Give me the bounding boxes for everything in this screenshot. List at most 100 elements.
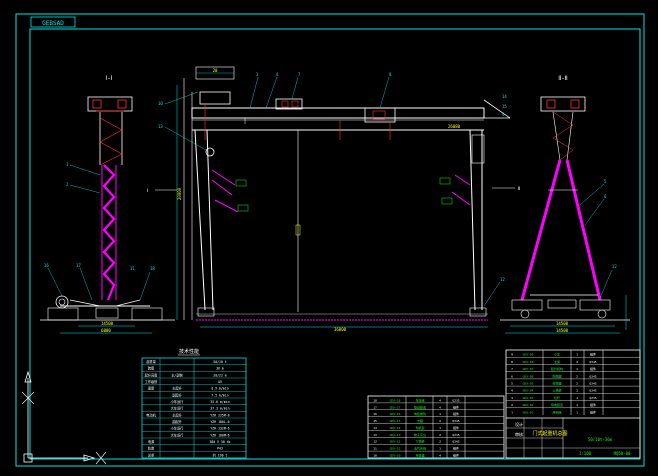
parts-cell: 组件 [590,402,596,407]
parts-cell: 夹轨器 [415,452,424,457]
parts-cell: 刚性腿 [552,373,561,378]
spec-row-label: 起升高度 [145,372,159,377]
dim-right-1: 14500 [556,321,569,326]
parts-cell: GDX-08 [523,360,534,364]
balloon-2: 2 [66,182,69,187]
spec-row-sub: 小车运行 [171,426,185,431]
parts-cell: 12 [373,440,377,444]
parts-cell: GDX-05 [523,382,534,386]
parts-cell: 1 [511,410,513,414]
inner-border [29,28,641,460]
spec-table: 技术性能 起重量 50/10 t 跨度 36 m 起升高度 主/副钩 20/22 m 工作级别… [141,348,247,459]
spec-row-value: 7.5 m/min [211,393,228,397]
spec-row-sub: 主/副钩 [171,372,182,377]
parts-cell: Q345 [589,389,596,393]
parts-cell: 1 [576,396,578,400]
parts-cell: 组件 [590,366,596,371]
parts-cell: 2 [439,419,441,423]
section-mark-right: Ⅱ [518,186,520,192]
title-block-scale: 1:100 [579,451,592,456]
balloon-5: 5 [604,179,607,184]
parts-cell: 16 [373,412,377,416]
parts-cell: 2 [576,374,578,378]
parts-cell: 13 [373,433,377,437]
parts-cell: 4 [439,398,441,402]
title-block-check: 审核 [515,431,523,437]
balloon-13: 13 [158,124,163,129]
title-block-model: 50/10t-36m [588,437,613,442]
dim-beam: 26080 [448,124,461,129]
parts-cell: 起升机构 [551,366,563,371]
parts-cell: 驱动装置 [414,404,426,409]
balloon-11: 11 [130,266,135,271]
parts-cell: 上横梁 [552,388,561,393]
dim-left-1: 14500 [101,321,114,326]
parts-cell: Q345 [452,440,459,444]
parts-cell: 6 [511,374,513,378]
balloon-7: 7 [298,72,301,77]
parts-cell: GDX-06 [523,374,534,378]
parts-cell: 1 [576,353,578,357]
parts-cell: 电缆卷筒 [414,411,426,416]
right-leg-a-left [520,159,562,301]
parts-cell: 2 [576,382,578,386]
parts-cell: 14 [373,426,377,430]
parts-cell: 挠性腿 [552,381,561,386]
parts-cell: GDX-14 [390,426,401,430]
parts-cell: 4 [439,453,441,457]
spec-row-value: YZR 180L-6 [210,420,229,424]
spec-row-sub: 小车运行 [171,399,185,404]
dim-span: 36000 [334,327,347,332]
title-tab: GEBSAD [30,16,76,28]
parts-cell: 10 [373,453,377,457]
spec-row-value: 约 190 t [213,452,228,457]
parts-cell: GDX-15 [390,419,401,423]
parts-cell: 组件 [453,446,459,451]
ucs-axis-icon [21,370,107,465]
parts-cell: 支腿 [417,418,423,423]
section-mark-left: Ⅰ [147,188,148,194]
balloon-18: 18 [150,266,155,271]
parts-cell: GDX-01 [523,410,534,414]
parts-cell: 导电装置 [551,402,563,407]
parts-cell: GDX-09 [523,353,534,357]
parts-cell: GDX-17 [390,405,401,409]
balloon-10: 10 [158,101,163,106]
parts-cell: GDX-12 [390,440,401,444]
parts-cell: 18 [373,398,377,402]
spec-row-label: 起重量 [146,359,156,364]
parts-cell: GDX-11 [390,447,401,451]
balloon-12: 12 [500,277,505,282]
spec-row-value: 380 V 50 Hz [209,440,230,444]
parts-cell: Q345 [589,382,596,386]
spec-row-label: 电源 [148,439,155,444]
parts-cell: 1 [576,410,578,414]
parts-cell: 2 [511,403,513,407]
cad-drawing-canvas: GEBSAD Ⅰ-Ⅰ 14500 6000 1 2 16 17 11 18 20… [15,13,645,467]
parts-cell: 17 [373,405,377,409]
title-tab-text: GEBSAD [42,20,64,27]
parts-cell: 1 [576,403,578,407]
parts-cell: GDX-10 [390,453,401,457]
parts-cell: 小车 [554,352,560,357]
balloon-1: 1 [66,162,69,167]
parts-cell: 15 [373,419,377,423]
spec-row-sub: 大车运行 [171,432,185,437]
spec-row-label: 速度 [148,386,155,391]
left-view-label: Ⅰ-Ⅰ [105,75,112,82]
title-block-drawing-no: MQ50-00 [614,451,631,456]
spec-row-sub: 大车运行 [171,406,185,411]
balloon-8: 8 [389,72,392,77]
right-leg-a-right [565,159,602,301]
balloon-17: 17 [76,263,81,268]
parts-cell: 主梁 [554,359,560,364]
spec-row-value: A5 [218,380,222,384]
parts-cell: 组件 [453,404,459,409]
balloon-14: 14 [502,94,507,99]
parts-cell: GDX-07 [523,367,534,371]
parts-cell: 吊钩组 [552,409,561,414]
parts-cell: Q345 [452,419,459,423]
balloon-12b: 12 [612,264,617,269]
parts-cell: Q235 [452,433,459,437]
parts-cell: 车轮组 [415,397,424,402]
